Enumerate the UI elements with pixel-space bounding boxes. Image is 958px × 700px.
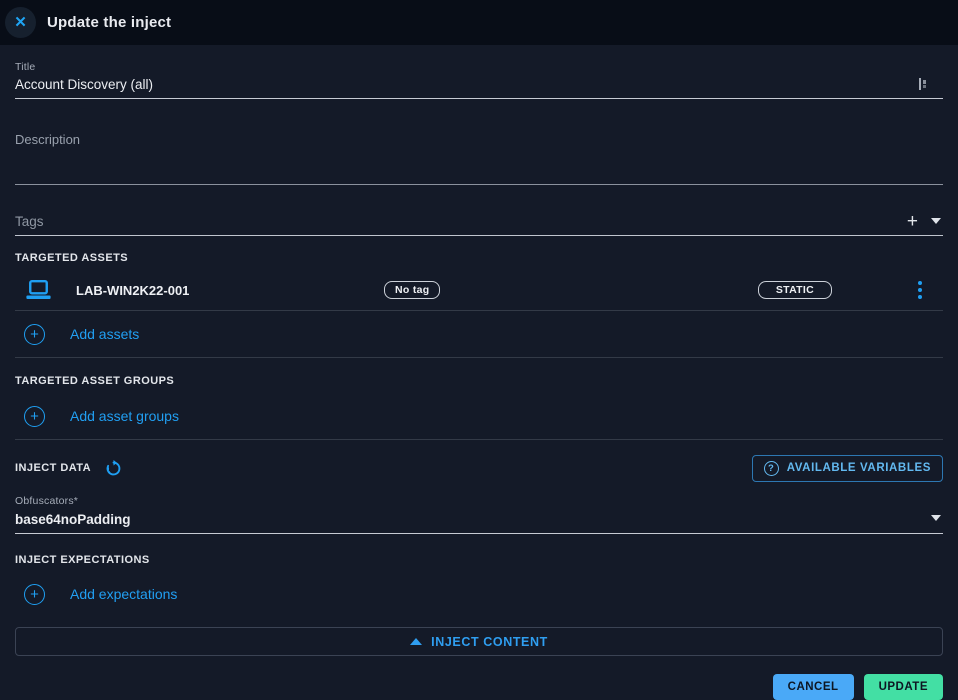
add-tag-button[interactable]: +	[907, 213, 918, 230]
targeted-asset-groups-section-title: TARGETED ASSET GROUPS	[15, 375, 943, 387]
laptop-icon	[25, 279, 52, 301]
text-cursor-adornment-icon	[918, 77, 929, 91]
tags-dropdown-button[interactable]	[931, 212, 941, 227]
inject-content-toggle[interactable]: INJECT CONTENT	[15, 627, 943, 656]
inject-expectations-section-title: INJECT EXPECTATIONS	[15, 554, 943, 566]
obfuscators-dropdown-button[interactable]	[931, 509, 941, 524]
inject-data-section-title: INJECT DATA	[15, 462, 91, 474]
form-actions: CANCEL UPDATE	[15, 674, 943, 700]
asset-menu-button[interactable]	[918, 279, 922, 301]
update-inject-drawer: ✕ Update the inject Title Description	[0, 0, 958, 700]
inject-data-row: INJECT DATA ? AVAILABLE VARIABLES	[15, 454, 943, 482]
available-variables-button[interactable]: ? AVAILABLE VARIABLES	[752, 455, 943, 482]
inject-content-label: INJECT CONTENT	[431, 635, 548, 649]
tags-input[interactable]	[15, 214, 943, 235]
asset-name: LAB-WIN2K22-001	[76, 283, 384, 298]
asset-tag-chip: No tag	[384, 281, 440, 299]
add-asset-groups-label: Add asset groups	[70, 408, 179, 424]
drawer-title: Update the inject	[47, 14, 171, 31]
asset-row: LAB-WIN2K22-001 No tag STATIC	[15, 270, 943, 311]
chevron-up-icon	[410, 638, 422, 645]
obfuscators-select[interactable]	[15, 512, 943, 533]
help-icon: ?	[764, 461, 779, 476]
obfuscators-field: Obfuscators*	[15, 495, 943, 534]
add-asset-groups-button[interactable]: + Add asset groups	[15, 393, 943, 440]
asset-type-chip: STATIC	[758, 281, 832, 299]
circle-plus-icon: +	[24, 406, 45, 427]
description-field: Description	[15, 132, 943, 185]
drawer-header: ✕ Update the inject	[0, 0, 958, 45]
close-button[interactable]: ✕	[5, 7, 36, 38]
update-button[interactable]: UPDATE	[864, 674, 943, 700]
add-expectations-button[interactable]: + Add expectations	[15, 570, 943, 618]
cancel-button[interactable]: CANCEL	[773, 674, 854, 700]
add-expectations-label: Add expectations	[70, 586, 177, 602]
title-input[interactable]	[15, 77, 943, 98]
add-assets-label: Add assets	[70, 326, 139, 342]
title-field: Title	[15, 61, 943, 99]
chevron-down-icon	[931, 218, 941, 224]
targeted-assets-section-title: TARGETED ASSETS	[15, 252, 943, 264]
add-assets-button[interactable]: + Add assets	[15, 311, 943, 358]
inject-form: Title Description	[0, 61, 958, 700]
description-label: Description	[15, 132, 943, 147]
tags-field: +	[15, 214, 943, 236]
obfuscators-label: Obfuscators*	[15, 495, 943, 507]
refresh-icon[interactable]	[105, 460, 122, 477]
title-label: Title	[15, 61, 943, 73]
circle-plus-icon: +	[24, 584, 45, 605]
description-input[interactable]	[15, 149, 943, 184]
available-variables-label: AVAILABLE VARIABLES	[787, 462, 931, 474]
circle-plus-icon: +	[24, 324, 45, 345]
chevron-down-icon	[931, 515, 941, 521]
close-icon: ✕	[14, 15, 27, 30]
more-vert-icon	[918, 281, 922, 285]
plus-icon: +	[907, 211, 918, 232]
